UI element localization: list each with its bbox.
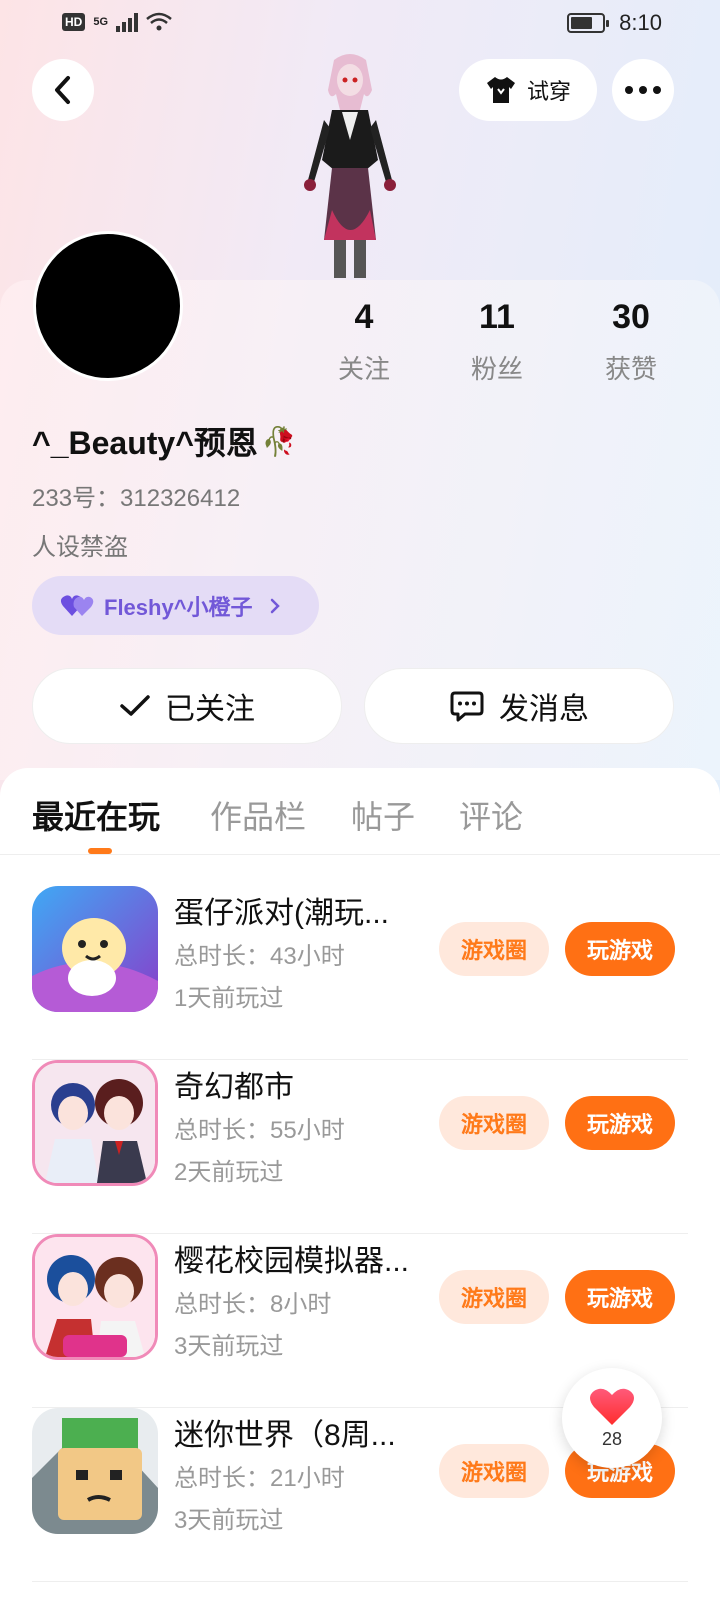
check-icon bbox=[120, 695, 150, 716]
game-icon-fantasy-city bbox=[32, 1060, 158, 1186]
user-bio: 人设禁盗 bbox=[32, 534, 128, 561]
game-icon-eggy-party bbox=[32, 886, 158, 1012]
followed-label: 已关注 bbox=[165, 693, 255, 726]
game-circle-button[interactable]: 游戏圈 bbox=[439, 1096, 549, 1150]
stat-label: 获赞 bbox=[604, 354, 657, 384]
stat-value: 11 bbox=[479, 298, 515, 336]
tab-recently-played[interactable]: 最近在玩 bbox=[32, 792, 160, 838]
username: ^_Beauty^预恩 🥀 bbox=[32, 418, 297, 464]
avatar-character-figure bbox=[304, 54, 396, 278]
tab-posts[interactable]: 帖子 bbox=[351, 792, 415, 838]
game-circle-button[interactable]: 游戏圈 bbox=[439, 1270, 549, 1324]
signal-icon bbox=[116, 12, 139, 32]
username-text: ^_Beauty^预恩 bbox=[32, 425, 258, 461]
game-playtime: 总时长：21小时 bbox=[174, 1465, 345, 1492]
game-last-played: 2天前玩过 bbox=[174, 1159, 284, 1186]
game-title: 奇幻都市 bbox=[174, 1071, 294, 1104]
play-game-button[interactable]: 玩游戏 bbox=[565, 1096, 675, 1150]
game-playtime: 总时长：55小时 bbox=[174, 1117, 345, 1144]
try-on-label: 试穿 bbox=[526, 79, 571, 104]
cp-relationship-pill[interactable]: Fleshy^小橙子 bbox=[32, 576, 319, 635]
tshirt-icon bbox=[486, 77, 515, 103]
user-id: 233号：312326412 bbox=[32, 485, 241, 512]
clock: 8:10 bbox=[619, 10, 662, 35]
chat-bubble-icon bbox=[450, 691, 484, 722]
play-game-button[interactable]: 玩游戏 bbox=[565, 1270, 675, 1324]
heart-icon bbox=[590, 1388, 634, 1425]
chevron-left-icon bbox=[55, 76, 70, 104]
game-last-played: 1天前玩过 bbox=[174, 985, 284, 1012]
tab-comments[interactable]: 评论 bbox=[459, 792, 523, 838]
game-title: 迷你世界（8周... bbox=[174, 1419, 396, 1452]
avatar[interactable] bbox=[33, 231, 183, 381]
stat-label: 粉丝 bbox=[470, 354, 523, 384]
game-row-eggy-party[interactable]: 蛋仔派对(潮玩... 总时长：43小时 1天前玩过 游戏圈 玩游戏 bbox=[0, 886, 720, 1060]
game-circle-button[interactable]: 游戏圈 bbox=[439, 1444, 549, 1498]
game-icon-mini-world bbox=[32, 1408, 158, 1534]
row-divider bbox=[32, 1581, 688, 1582]
stat-value: 4 bbox=[354, 298, 374, 336]
floating-like-button[interactable]: 28 bbox=[562, 1368, 662, 1468]
cp-name: Fleshy^小橙子 bbox=[104, 594, 253, 620]
tab-works[interactable]: 作品栏 bbox=[210, 792, 306, 838]
more-dots-icon bbox=[625, 86, 661, 94]
game-row-fantasy-city[interactable]: 奇幻都市 总时长：55小时 2天前玩过 游戏圈 玩游戏 bbox=[0, 1060, 720, 1234]
stat-label: 关注 bbox=[337, 354, 390, 384]
game-circle-button[interactable]: 游戏圈 bbox=[439, 922, 549, 976]
status-bar: HD 5G 8:10 bbox=[0, 0, 720, 48]
game-last-played: 3天前玩过 bbox=[174, 1507, 284, 1534]
wilted-rose-emoji: 🥀 bbox=[261, 425, 297, 457]
hd-indicator: HD bbox=[62, 13, 86, 31]
game-playtime: 总时长：43小时 bbox=[174, 943, 345, 970]
back-button[interactable] bbox=[32, 59, 94, 121]
network-type: 5G bbox=[93, 16, 109, 28]
send-message-label: 发消息 bbox=[499, 693, 589, 726]
stat-following[interactable]: 4 关注 bbox=[304, 298, 424, 386]
play-game-button[interactable]: 玩游戏 bbox=[565, 922, 675, 976]
battery-icon bbox=[567, 13, 610, 33]
game-icon-sakura-school bbox=[32, 1234, 158, 1360]
game-last-played: 3天前玩过 bbox=[174, 1333, 284, 1360]
stat-likes[interactable]: 30 获赞 bbox=[571, 298, 691, 386]
chevron-right-icon bbox=[270, 598, 280, 613]
wifi-icon bbox=[146, 12, 172, 31]
stat-value: 30 bbox=[612, 298, 650, 336]
stat-followers[interactable]: 11 粉丝 bbox=[437, 298, 557, 386]
game-title: 蛋仔派对(潮玩... bbox=[174, 897, 389, 930]
try-on-button[interactable]: 试穿 bbox=[459, 59, 597, 121]
more-button[interactable] bbox=[612, 59, 674, 121]
game-playtime: 总时长：8小时 bbox=[174, 1291, 332, 1318]
followed-button[interactable]: 已关注 bbox=[32, 668, 342, 744]
like-count: 28 bbox=[601, 1428, 623, 1449]
double-heart-icon bbox=[60, 594, 94, 616]
send-message-button[interactable]: 发消息 bbox=[364, 668, 674, 744]
tab-divider bbox=[0, 854, 720, 855]
game-title: 樱花校园模拟器... bbox=[174, 1245, 410, 1278]
